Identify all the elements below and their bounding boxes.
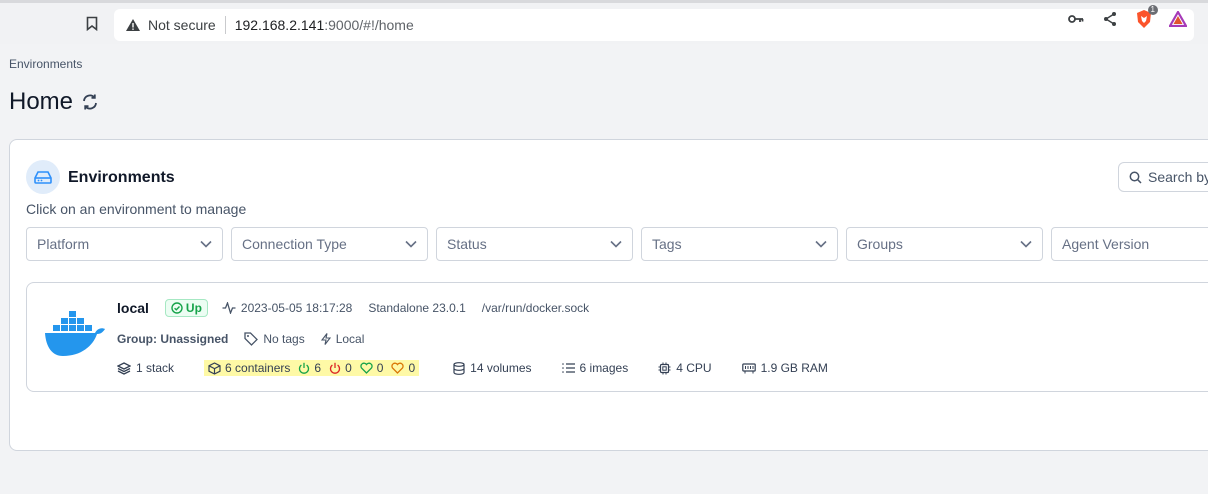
unhealthy-text: 0 [408, 361, 416, 375]
hard-drive-icon [26, 160, 60, 194]
box-icon [208, 361, 221, 375]
key-icon[interactable] [1066, 9, 1086, 29]
filter-agent-version[interactable]: Agent Version [1051, 227, 1208, 261]
environment-stats-row: 1 stack 6 containers 6 0 0 0 14 volumes … [117, 360, 858, 376]
environment-summary-row: local Up 2023-05-05 18:17:28 Standalone … [117, 299, 605, 317]
check-circle-icon [171, 302, 183, 314]
security-label[interactable]: Not secure [148, 17, 216, 33]
volumes-stat: 14 volumes [453, 361, 532, 375]
filter-connection-type[interactable]: Connection Type [231, 227, 428, 261]
filter-platform[interactable]: Platform [26, 227, 223, 261]
containers-count: 6 containers [208, 361, 290, 375]
environment-name: local [117, 300, 149, 316]
breadcrumb[interactable]: Environments [9, 57, 82, 71]
containers-text: 6 containers [225, 361, 291, 375]
filter-status[interactable]: Status [436, 227, 633, 261]
chevron-down-icon [200, 240, 212, 248]
search-placeholder: Search by [1148, 169, 1208, 185]
timestamp-text: 2023-05-05 18:17:28 [240, 301, 353, 315]
ram-text: 1.9 GB RAM [760, 361, 828, 375]
stacks-text: 1 stack [136, 361, 175, 375]
address-bar[interactable]: Not secure 192.168.2.141 :9000/#!/home [114, 9, 1194, 41]
url-separator [224, 16, 226, 34]
filter-groups[interactable]: Groups [846, 227, 1043, 261]
tags-info: No tags [244, 332, 305, 346]
brave-badge: 1 [1147, 5, 1158, 15]
group-label: Group: Unassigned [117, 332, 229, 346]
status-badge: Up [164, 299, 208, 317]
chevron-down-icon [610, 240, 622, 248]
chevron-down-icon [815, 240, 827, 248]
locality-text: Local [335, 332, 365, 346]
page-title-text: Home [9, 88, 74, 115]
list-icon [561, 363, 575, 373]
cpu-stat: 4 CPU [658, 361, 712, 375]
refresh-icon[interactable] [81, 93, 99, 111]
page-title: Home [9, 88, 99, 116]
images-stat: 6 images [561, 361, 629, 375]
heart-icon [360, 362, 373, 374]
environment-socket: /var/run/docker.sock [481, 301, 590, 315]
cpu-text: 4 CPU [676, 361, 712, 375]
brave-rewards-icon[interactable] [1168, 9, 1188, 29]
panel-subtitle: Click on an environment to manage [26, 201, 247, 217]
images-text: 6 images [579, 361, 629, 375]
locality-info: Local [320, 332, 365, 346]
filter-bar: Platform Connection Type Status Tags Gro… [26, 227, 1208, 261]
memory-icon [741, 362, 756, 374]
docker-icon [45, 311, 107, 362]
filter-label: Tags [652, 236, 682, 252]
filter-label: Platform [37, 236, 90, 252]
brave-shields-icon[interactable]: 1 [1134, 5, 1158, 29]
stacks-stat: 1 stack [117, 361, 174, 375]
filter-label: Agent Version [1062, 236, 1150, 252]
filter-label: Groups [857, 236, 903, 252]
environments-panel: Environments Click on an environment to … [9, 139, 1208, 451]
cpu-icon [658, 362, 671, 375]
browser-toolbar: Not secure 192.168.2.141 :9000/#!/home 1 [0, 0, 1208, 44]
share-icon[interactable] [1100, 9, 1120, 29]
environment-meta-row: Group: Unassigned No tags Local [117, 332, 380, 346]
activity-icon [222, 302, 236, 314]
environment-item[interactable]: local Up 2023-05-05 18:17:28 Standalone … [26, 282, 1208, 392]
stopped-count: 0 [329, 361, 352, 375]
chevron-down-icon [1020, 240, 1032, 248]
search-input[interactable]: Search by [1118, 162, 1208, 192]
bookmark-icon[interactable] [82, 13, 102, 33]
search-icon [1129, 171, 1142, 184]
containers-stat: 6 containers 6 0 0 0 [204, 360, 420, 376]
environment-type: Standalone 23.0.1 [368, 301, 466, 315]
power-off-icon [329, 362, 341, 374]
tags-text: No tags [263, 332, 305, 346]
tag-icon [244, 332, 259, 346]
url-host: 192.168.2.141 [234, 17, 325, 33]
filter-label: Connection Type [242, 236, 347, 252]
unhealthy-count: 0 [391, 361, 415, 375]
ram-stat: 1.9 GB RAM [741, 361, 828, 375]
healthy-count: 0 [360, 361, 384, 375]
filter-label: Status [447, 236, 487, 252]
healthy-text: 0 [376, 361, 384, 375]
status-text: Up [185, 301, 202, 315]
url-path: :9000/#!/home [324, 17, 414, 33]
layers-icon [117, 361, 131, 375]
panel-title: Environments [68, 169, 175, 186]
running-count: 6 [298, 361, 321, 375]
running-text: 6 [314, 361, 322, 375]
filter-tags[interactable]: Tags [641, 227, 838, 261]
zap-icon [320, 333, 331, 345]
heart-unhealthy-icon [391, 362, 405, 374]
volumes-text: 14 volumes [470, 361, 532, 375]
power-icon [298, 362, 310, 374]
stopped-text: 0 [345, 361, 352, 375]
heartbeat-timestamp: 2023-05-05 18:17:28 [222, 301, 352, 315]
chevron-down-icon [405, 240, 417, 248]
database-icon [453, 361, 465, 375]
url-actions: 1 [1066, 5, 1188, 29]
warning-icon [124, 16, 142, 34]
